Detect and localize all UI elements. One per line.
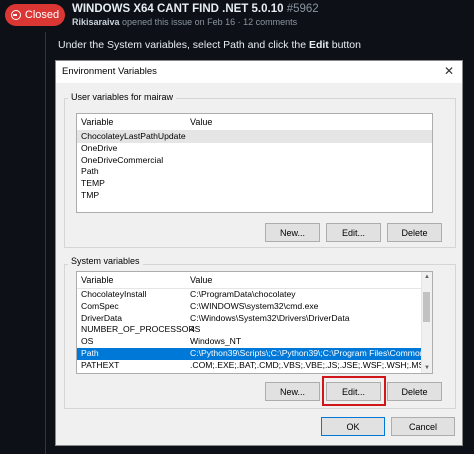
variable-value: 4 [190, 324, 195, 335]
column-header-value[interactable]: Value [190, 117, 212, 127]
close-icon[interactable]: ✕ [444, 64, 454, 78]
variable-name: DriverData [81, 312, 123, 323]
issue-title: WINDOWS X64 CANT FIND .NET 5.0.10 #5962 [72, 3, 319, 15]
instruction-suffix: button [328, 39, 361, 51]
list-item[interactable]: OneDrive [77, 143, 432, 155]
user-edit-button[interactable]: Edit... [326, 223, 381, 242]
list-item[interactable]: ChocolateyLastPathUpdate [77, 131, 432, 143]
status-label: Closed [24, 9, 60, 21]
variable-name: PATHEXT [81, 359, 120, 370]
issue-author-link[interactable]: Rikisaraiva [72, 17, 120, 27]
issue-meta-text: opened this issue on Feb 16 · 12 comment… [119, 17, 298, 27]
status-badge: Closed [5, 4, 65, 26]
dialog-title: Environment Variables [62, 66, 157, 77]
comment-instruction: Under the System variables, select Path … [58, 39, 361, 51]
dialog-titlebar: Environment Variables ✕ [56, 61, 462, 83]
system-list-scrollbar[interactable]: ▲ ▼ [421, 272, 432, 373]
scroll-up-arrow-icon[interactable]: ▲ [422, 272, 432, 282]
variable-value: C:\Python39\Scripts\;C:\Python39\;C:\Pro… [190, 347, 433, 358]
cancel-button[interactable]: Cancel [391, 417, 455, 436]
list-item[interactable]: Path [77, 166, 432, 178]
issue-header: Closed WINDOWS X64 CANT FIND .NET 5.0.10… [0, 0, 474, 32]
variable-name: TEMP [81, 178, 105, 189]
closed-issue-icon [10, 10, 21, 20]
list-item[interactable]: TMP [77, 190, 432, 202]
system-list-header: Variable Value [77, 272, 432, 289]
variable-name: OneDrive [81, 142, 118, 153]
system-variables-label: System variables [68, 256, 143, 266]
list-item[interactable]: DriverData C:\Windows\System32\Drivers\Dr… [77, 313, 432, 325]
environment-variables-dialog: Environment Variables ✕ User variables f… [55, 60, 463, 446]
issue-title-text: WINDOWS X64 CANT FIND .NET 5.0.10 [72, 3, 284, 15]
user-variables-list[interactable]: Variable Value ChocolateyLastPathUpdate O… [76, 113, 433, 213]
variable-name: TMP [81, 189, 100, 200]
variable-value: .COM;.EXE;.BAT;.CMD;.VBS;.VBE;.JS;.JSE;.… [190, 359, 433, 370]
column-header-value[interactable]: Value [190, 275, 212, 285]
user-list-header: Variable Value [77, 114, 432, 131]
list-item[interactable]: OS Windows_NT [77, 336, 432, 348]
variable-value: C:\Windows\System32\Drivers\DriverData [190, 312, 350, 323]
user-new-button[interactable]: New... [265, 223, 320, 242]
list-item[interactable]: ChocolateyInstall C:\ProgramData\chocolat… [77, 289, 432, 301]
list-item[interactable]: Path C:\Python39\Scripts\;C:\Python39\;C:… [77, 347, 433, 360]
variable-name: ChocolateyLastPathUpdate [81, 131, 186, 141]
variable-name: ChocolateyInstall [81, 289, 147, 299]
list-item[interactable]: TEMP [77, 178, 432, 190]
variable-name: Path [81, 347, 99, 358]
variable-name: Path [81, 166, 99, 177]
variable-name: NUMBER_OF_PROCESSORS [81, 324, 201, 335]
user-delete-button[interactable]: Delete [387, 223, 442, 242]
system-new-button[interactable]: New... [265, 382, 320, 401]
issue-meta: Rikisaraiva opened this issue on Feb 16 … [72, 17, 297, 27]
system-variables-list[interactable]: Variable Value ChocolateyInstall C:\Progr… [76, 271, 433, 374]
list-item[interactable]: ComSpec C:\WINDOWS\system32\cmd.exe [77, 301, 432, 313]
scroll-down-arrow-icon[interactable]: ▼ [422, 363, 432, 373]
column-header-variable[interactable]: Variable [81, 275, 113, 285]
system-delete-button[interactable]: Delete [387, 382, 442, 401]
list-item[interactable]: OneDriveCommercial [77, 155, 432, 167]
ok-button[interactable]: OK [321, 417, 385, 436]
list-item[interactable]: NUMBER_OF_PROCESSORS 4 [77, 324, 432, 336]
issue-number: #5962 [286, 3, 319, 15]
variable-value: C:\ProgramData\chocolatey [190, 289, 296, 299]
user-variables-label: User variables for mairaw [68, 92, 177, 102]
variable-name: OS [81, 336, 94, 347]
variable-name: ComSpec [81, 300, 119, 311]
variable-value: C:\WINDOWS\system32\cmd.exe [190, 300, 319, 311]
variable-value: Windows_NT [190, 336, 242, 347]
column-header-variable[interactable]: Variable [81, 117, 113, 127]
instruction-prefix: Under the System variables, select Path … [58, 39, 309, 51]
variable-name: OneDriveCommercial [81, 154, 164, 165]
list-item[interactable]: PATHEXT .COM;.EXE;.BAT;.CMD;.VBS;.VBE;.JS… [77, 360, 432, 372]
instruction-bold: Edit [308, 39, 329, 51]
edit-button-highlight [322, 376, 386, 406]
scrollbar-thumb[interactable] [423, 292, 430, 322]
timeline-line [45, 32, 46, 454]
